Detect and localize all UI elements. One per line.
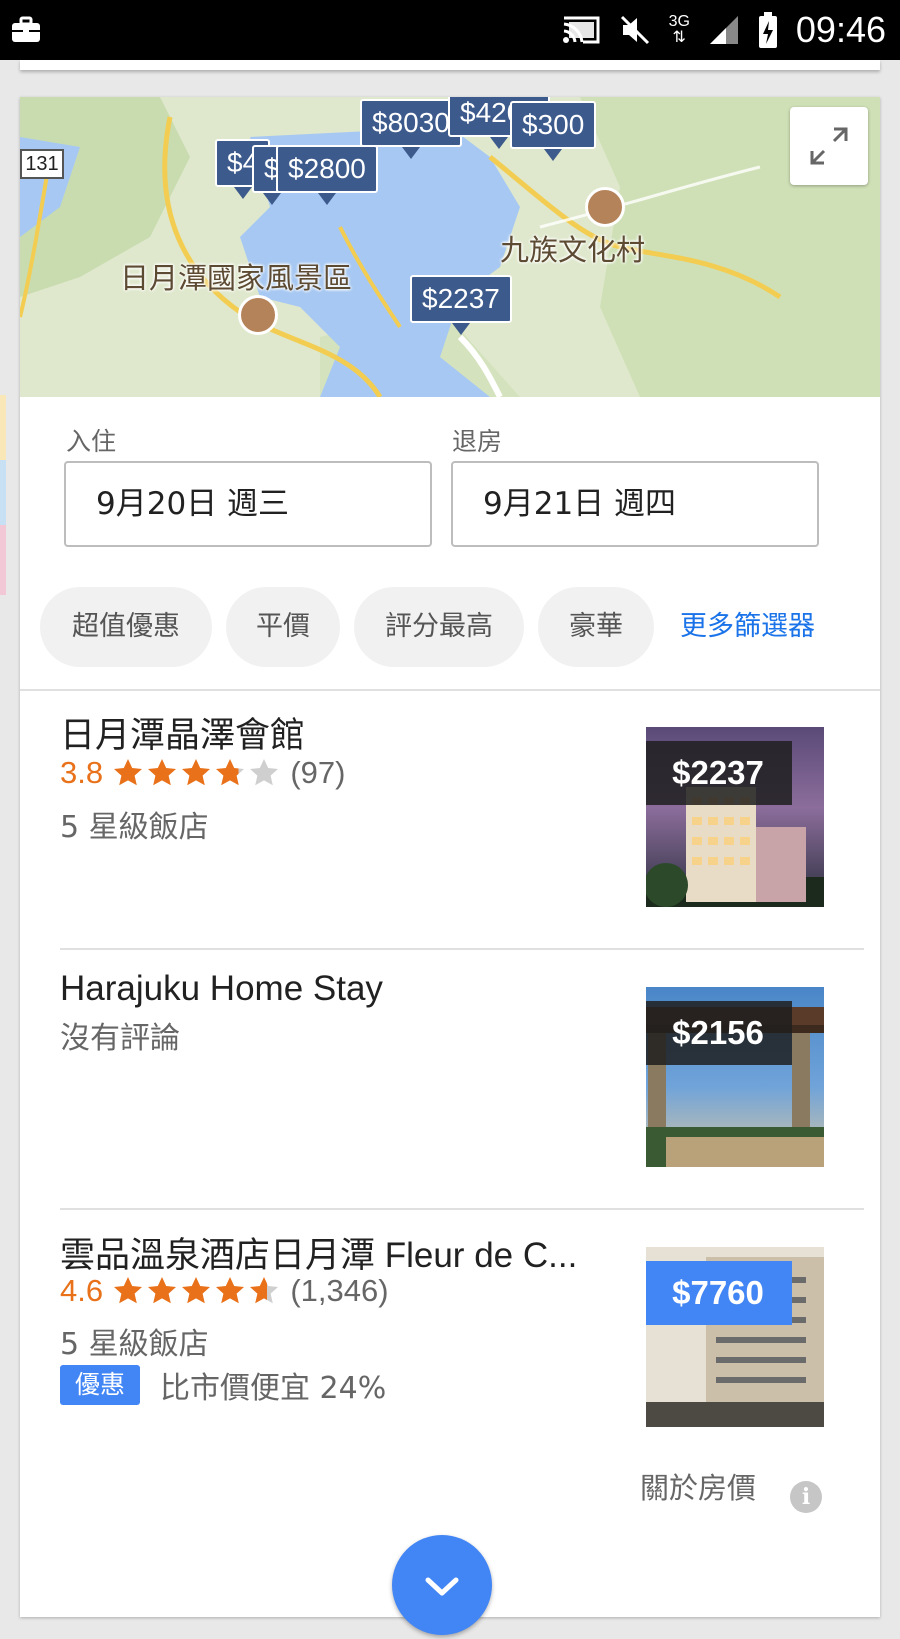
show-more-button[interactable] — [392, 1535, 492, 1635]
no-reviews-text: 沒有評論 — [60, 1021, 180, 1056]
filter-chip-top-rated[interactable]: 評分最高 — [354, 587, 524, 667]
mute-icon — [620, 15, 649, 45]
hotel-class: 5 星級飯店 — [60, 810, 209, 845]
expand-icon — [810, 127, 848, 165]
map-price-pin[interactable]: $8030 — [360, 99, 462, 159]
deal-text: 比市價便宜 24% — [160, 1371, 387, 1406]
checkout-label: 退房 — [452, 427, 503, 456]
expand-map-button[interactable] — [790, 107, 868, 185]
edge-strip — [0, 460, 6, 525]
divider — [60, 948, 864, 950]
road-number-badge: 131 — [20, 149, 64, 179]
hotel-map[interactable]: 131 $4 $ $2800 $8030 $4200 $300 $2237 九族… — [20, 97, 880, 397]
price-tag: $2237 — [646, 741, 792, 805]
divider — [60, 1208, 864, 1210]
review-count: (1,346) — [290, 1273, 389, 1308]
price-tag: $2156 — [646, 1001, 792, 1065]
star-icon — [215, 759, 244, 786]
price-tag: $7760 — [646, 1261, 792, 1325]
checkout-date-field[interactable]: 9月21日 週四 — [451, 461, 819, 547]
hotel-rating: 3.8 (97) — [60, 755, 346, 791]
hotel-photo[interactable]: $7760 — [646, 1247, 824, 1427]
network-indicator: 3G ⇅ — [668, 13, 690, 46]
star-icon — [113, 759, 142, 786]
deal-badge: 優惠 — [60, 1365, 140, 1405]
clock: 09:46 — [795, 9, 886, 50]
more-filters-link[interactable]: 更多篩選器 — [680, 587, 815, 667]
filter-chip-budget[interactable]: 平價 — [226, 587, 340, 667]
camera-poi-icon — [238, 295, 278, 335]
star-rating-icons — [112, 1273, 282, 1308]
map-label-park: 日月潭國家風景區 — [120, 261, 353, 295]
filter-chip-luxury[interactable]: 豪華 — [538, 587, 654, 667]
chevron-down-icon — [425, 1577, 459, 1596]
checkin-label: 入住 — [66, 427, 117, 456]
map-price-pin[interactable]: $2237 — [410, 275, 512, 335]
star-icon — [181, 759, 210, 786]
star-icon — [147, 1277, 176, 1304]
hotel-name: 日月潭晶澤會館 — [60, 716, 306, 755]
star-icon — [249, 1277, 278, 1304]
star-icon — [113, 1277, 142, 1304]
filter-chip-deals[interactable]: 超值優惠 — [40, 587, 212, 667]
village-poi-icon — [585, 187, 625, 227]
hotel-photo[interactable]: $2156 — [646, 987, 824, 1167]
status-bar: 3G ⇅ 09:46 — [0, 0, 900, 60]
map-price-pin[interactable]: $300 — [510, 101, 597, 161]
hotel-name: 雲品溫泉酒店日月潭 Fleur de C... — [60, 1236, 578, 1275]
hotel-name: Harajuku Home Stay — [60, 969, 383, 1008]
divider — [20, 689, 880, 691]
rating-value: 4.6 — [60, 1273, 104, 1308]
rating-value: 3.8 — [60, 755, 104, 790]
battery-charging-icon — [758, 12, 777, 48]
info-icon[interactable]: i — [790, 1481, 822, 1513]
signal-icon — [709, 16, 738, 44]
map-label-village: 九族文化村 — [500, 233, 646, 267]
checkin-date-field[interactable]: 9月20日 週三 — [64, 461, 432, 547]
star-icon — [249, 759, 278, 786]
star-icon — [181, 1277, 210, 1304]
hotel-photo[interactable]: $2237 — [646, 727, 824, 907]
previous-card-edge — [20, 60, 880, 70]
review-count: (97) — [290, 755, 346, 790]
star-rating-icons — [112, 755, 282, 790]
hotel-rating: 4.6 (1,346) — [60, 1273, 389, 1309]
edge-strip — [0, 395, 6, 460]
about-prices-link[interactable]: 關於房價 — [640, 1465, 756, 1507]
edge-strip — [0, 525, 6, 595]
briefcase-icon — [12, 16, 40, 42]
hotel-results-card: 131 $4 $ $2800 $8030 $4200 $300 $2237 九族… — [20, 97, 880, 1635]
map-price-pin[interactable]: $2800 — [276, 145, 378, 205]
star-icon — [147, 759, 176, 786]
star-icon — [215, 1277, 244, 1304]
hotel-class: 5 星級飯店 — [60, 1327, 209, 1362]
cast-icon — [562, 16, 600, 44]
